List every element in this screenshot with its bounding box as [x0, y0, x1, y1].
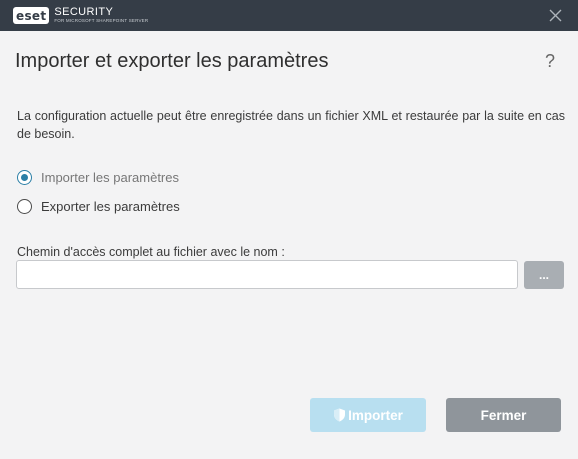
- export-option[interactable]: Exporter les paramètres: [17, 199, 180, 214]
- browse-button[interactable]: ...: [524, 261, 564, 289]
- logo-text: SECURITY FOR MICROSOFT SHAREPOINT SERVER: [54, 7, 148, 24]
- logo-subtitle: FOR MICROSOFT SHAREPOINT SERVER: [54, 18, 149, 24]
- description-text: La configuration actuelle peut être enre…: [17, 109, 565, 141]
- import-option-label: Importer les paramètres: [41, 170, 179, 185]
- eset-logo: eset SECURITY FOR MICROSOFT SHAREPOINT S…: [13, 7, 148, 24]
- file-path-label: Chemin d'accès complet au fichier avec l…: [17, 245, 285, 259]
- import-option[interactable]: Importer les paramètres: [17, 170, 179, 185]
- export-radio[interactable]: [17, 199, 32, 214]
- close-icon[interactable]: [549, 9, 562, 22]
- help-icon[interactable]: ?: [545, 51, 555, 72]
- import-button-label: Importer: [348, 407, 403, 423]
- import-button[interactable]: Importer: [310, 398, 426, 432]
- title-bar: eset SECURITY FOR MICROSOFT SHAREPOINT S…: [0, 0, 578, 31]
- shield-icon: [334, 408, 346, 422]
- import-radio[interactable]: [17, 170, 32, 185]
- file-path-input[interactable]: [16, 260, 518, 289]
- logo-title: SECURITY: [54, 6, 114, 19]
- eset-logo-badge: eset: [13, 7, 50, 24]
- close-button[interactable]: Fermer: [446, 398, 561, 432]
- export-option-label: Exporter les paramètres: [41, 199, 180, 214]
- page-title: Importer et exporter les paramètres: [15, 50, 329, 72]
